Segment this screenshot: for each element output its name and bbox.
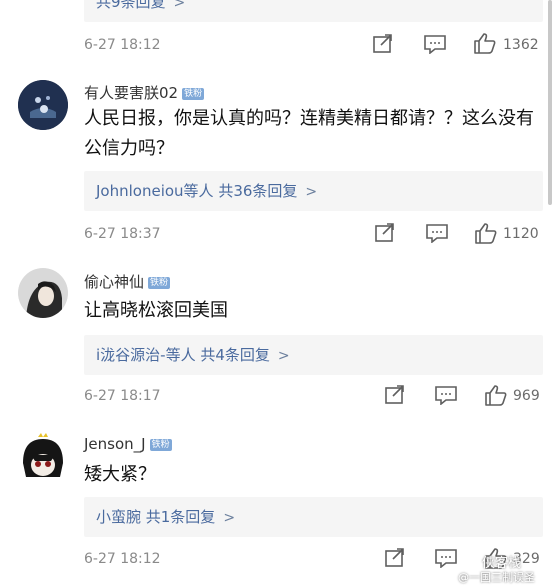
comment-timestamp: 6-27 18:12	[84, 37, 161, 53]
comment-timestamp: 6-27 18:37	[84, 226, 161, 242]
username-text: 偷心神仙	[84, 273, 145, 291]
fan-badge: 铁粉	[149, 439, 172, 451]
comment-text: 矮大紧？	[84, 464, 156, 485]
share-icon[interactable]	[374, 223, 396, 247]
username-text: Jenson_J	[84, 435, 146, 453]
reply-summary-box[interactable]: 共9条回复 >	[84, 0, 543, 22]
chevron-right-icon: >	[173, 0, 186, 11]
watermark-handle: @一国三制误圣	[458, 571, 535, 584]
reply-summary-box[interactable]: Johnloneiou等人 共36条回复 >	[84, 171, 543, 211]
chevron-right-icon: >	[305, 184, 318, 200]
like-icon[interactable]	[484, 384, 508, 410]
comment-username[interactable]: 有人要害朕02 铁粉	[84, 82, 205, 103]
share-icon[interactable]	[372, 34, 394, 58]
avatar[interactable]	[18, 433, 68, 483]
like-icon[interactable]	[473, 32, 497, 58]
scrollbar[interactable]	[548, 0, 552, 205]
avatar[interactable]	[18, 268, 68, 318]
chevron-right-icon: >	[223, 510, 236, 526]
reply-summary-box[interactable]: i泷谷源治-等人 共4条回复 >	[84, 335, 543, 375]
comment-text: 让高晓松滚回美国	[84, 300, 228, 321]
comment-username[interactable]: 偷心神仙 铁粉	[84, 271, 171, 292]
reply-summary-text: 小蛮腕 共1条回复	[96, 508, 216, 526]
fan-badge: 铁粉	[182, 88, 205, 100]
comment-icon[interactable]	[423, 34, 447, 58]
share-icon[interactable]	[384, 385, 406, 409]
chevron-right-icon: >	[277, 348, 290, 364]
username-text: 有人要害朕02	[84, 84, 179, 102]
reply-summary-text: 共9条回复	[96, 0, 166, 11]
like-count: 1362	[503, 37, 539, 53]
comment-timestamp: 6-27 18:12	[84, 551, 161, 567]
reply-summary-text: i泷谷源治-等人 共4条回复	[96, 346, 270, 364]
comment-icon[interactable]	[425, 223, 449, 247]
avatar[interactable]	[18, 80, 68, 130]
reply-summary-text: Johnloneiou等人 共36条回复	[96, 182, 298, 200]
like-icon[interactable]	[474, 222, 498, 248]
comment-username[interactable]: Jenson_J 铁粉	[84, 435, 172, 453]
comment-text: 人民日报，你是认真的吗？连精美精日都请？？这么没有公信力吗？	[84, 108, 534, 159]
fan-badge: 铁粉	[148, 277, 171, 289]
share-icon[interactable]	[384, 548, 406, 572]
watermark: 侠客栈 @一国三制误圣	[424, 552, 552, 586]
comment-icon[interactable]	[434, 385, 458, 409]
reply-summary-box[interactable]: 小蛮腕 共1条回复 >	[84, 497, 543, 537]
like-count: 969	[513, 388, 540, 404]
like-count: 1120	[503, 226, 539, 242]
comment-timestamp: 6-27 18:17	[84, 388, 161, 404]
